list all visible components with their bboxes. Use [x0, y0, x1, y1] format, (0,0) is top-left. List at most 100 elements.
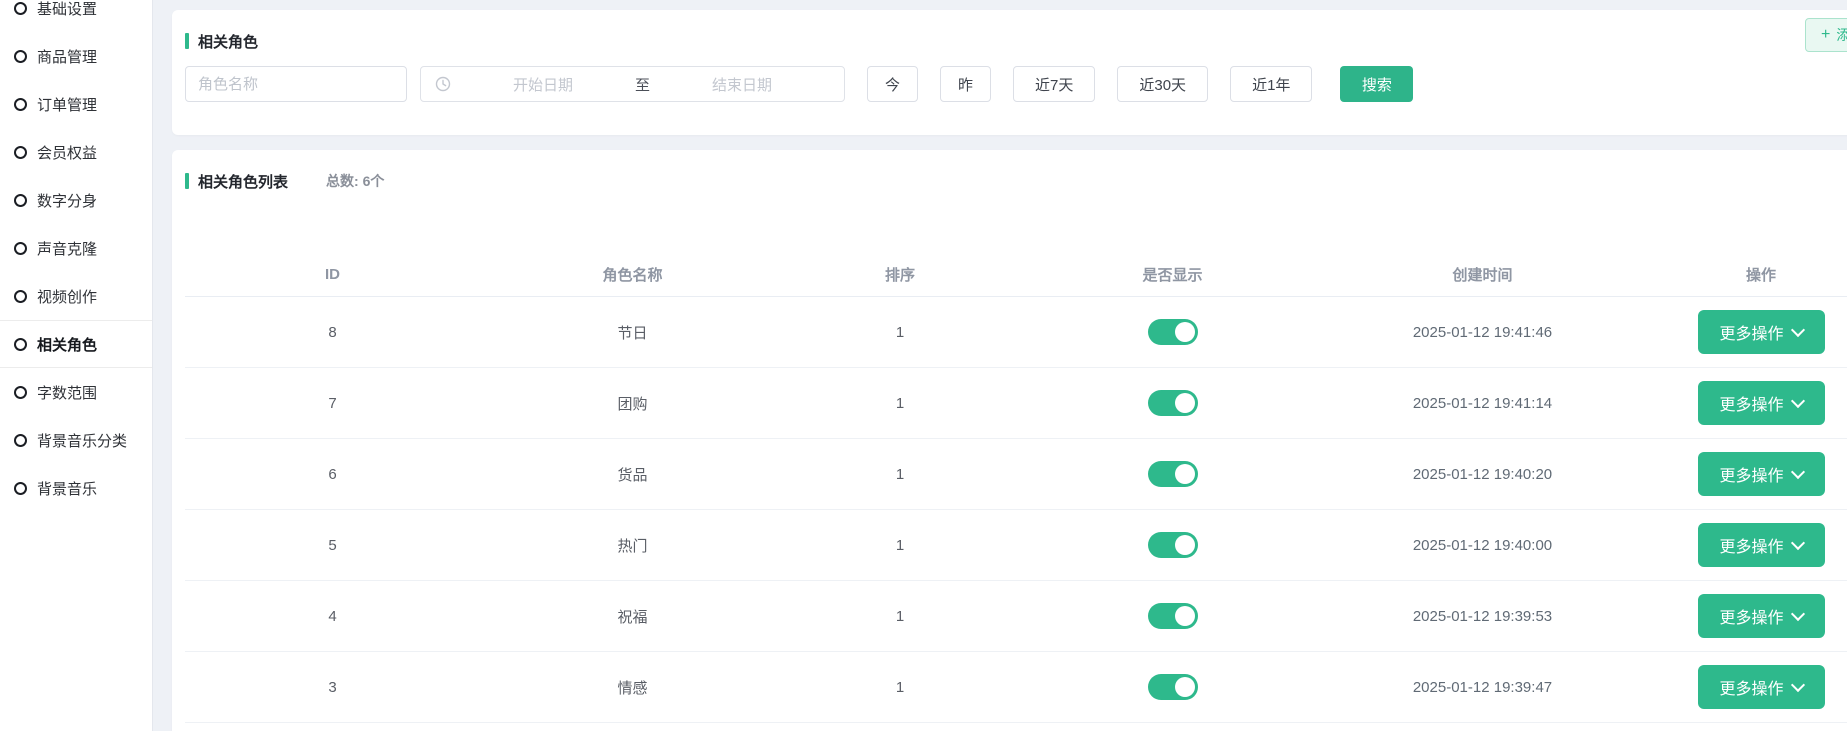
cell-role-name: 货品 [480, 464, 785, 485]
admin-app: 基础设置商品管理订单管理会员权益数字分身声音克隆视频创作相关角色字数范围背景音乐… [0, 0, 1847, 731]
more-actions-label: 更多操作 [1719, 462, 1783, 486]
sidebar-item-3[interactable]: 会员权益 [0, 128, 152, 176]
visibility-toggle-icon[interactable] [1148, 461, 1198, 487]
circle-icon [14, 146, 27, 159]
sidebar-item-label: 字数范围 [37, 382, 97, 403]
cell-created-time: 2025-01-12 19:41:46 [1330, 324, 1635, 341]
column-header: 创建时间 [1330, 264, 1635, 285]
cell-role-name: 团购 [480, 393, 785, 414]
sidebar-item-label: 会员权益 [37, 142, 97, 163]
cell-visible [1015, 461, 1330, 487]
more-actions-label: 更多操作 [1719, 391, 1783, 415]
sidebar-item-5[interactable]: 声音克隆 [0, 224, 152, 272]
search-button[interactable]: 搜索 [1340, 66, 1413, 102]
total-count: 总数: 6个 [326, 171, 384, 191]
sidebar-item-label: 声音克隆 [37, 238, 97, 259]
cell-sort: 1 [785, 679, 1015, 696]
table-row: 6货品12025-01-12 19:40:20更多操作 [185, 439, 1847, 510]
column-header: ID [185, 266, 480, 283]
table-row: 7团购12025-01-12 19:41:14更多操作 [185, 368, 1847, 439]
sidebar-item-1[interactable]: 商品管理 [0, 32, 152, 80]
sidebar-item-10[interactable]: 背景音乐 [0, 464, 152, 512]
more-actions-button[interactable]: 更多操作 [1698, 381, 1825, 425]
role-name-input[interactable] [185, 66, 407, 102]
table-row: 8节日12025-01-12 19:41:46更多操作 [185, 297, 1847, 368]
circle-icon [14, 98, 27, 111]
role-list-card: 相关角色列表 总数: 6个 ID角色名称排序是否显示创建时间操作 8节日1202… [172, 150, 1847, 731]
more-actions-label: 更多操作 [1719, 533, 1783, 557]
cell-sort: 1 [785, 466, 1015, 483]
cell-actions: 更多操作 [1635, 665, 1847, 709]
sidebar-item-2[interactable]: 订单管理 [0, 80, 152, 128]
sidebar-item-8[interactable]: 字数范围 [0, 368, 152, 416]
filter-title-row: 相关角色 [172, 10, 1847, 52]
cell-created-time: 2025-01-12 19:40:00 [1330, 537, 1635, 554]
cell-role-name: 祝福 [480, 606, 785, 627]
clock-icon [435, 76, 451, 92]
more-actions-button[interactable]: 更多操作 [1698, 594, 1825, 638]
table-row: 5热门12025-01-12 19:40:00更多操作 [185, 510, 1847, 581]
sidebar-item-label: 相关角色 [37, 334, 97, 355]
cell-sort: 1 [785, 608, 1015, 625]
sidebar-item-label: 订单管理 [37, 94, 97, 115]
cell-role-name: 节日 [480, 322, 785, 343]
chevron-down-icon [1790, 322, 1804, 336]
more-actions-button[interactable]: 更多操作 [1698, 310, 1825, 354]
filter-card: 相关角色 + 添加 开始日期 至 结束日期 今昨近7天近30天近1年 搜索 [172, 10, 1847, 135]
date-range-separator: 至 [631, 74, 654, 95]
more-actions-button[interactable]: 更多操作 [1698, 665, 1825, 709]
cell-visible [1015, 390, 1330, 416]
circle-icon [14, 290, 27, 303]
start-date-placeholder[interactable]: 开始日期 [455, 74, 631, 95]
sidebar-item-9[interactable]: 背景音乐分类 [0, 416, 152, 464]
sidebar-item-0[interactable]: 基础设置 [0, 0, 152, 32]
column-header: 操作 [1635, 264, 1847, 285]
cell-sort: 1 [785, 324, 1015, 341]
cell-id: 4 [185, 608, 480, 625]
quick-range-button-4[interactable]: 近1年 [1230, 66, 1312, 102]
cell-id: 5 [185, 537, 480, 554]
quick-range-button-0[interactable]: 今 [867, 66, 918, 102]
cell-visible [1015, 603, 1330, 629]
table-body: 8节日12025-01-12 19:41:46更多操作7团购12025-01-1… [185, 297, 1847, 723]
title-marker-icon [185, 173, 189, 189]
sidebar-item-6[interactable]: 视频创作 [0, 272, 152, 320]
cell-visible [1015, 319, 1330, 345]
roles-table: ID角色名称排序是否显示创建时间操作 8节日12025-01-12 19:41:… [185, 252, 1847, 723]
circle-icon [14, 50, 27, 63]
sidebar-item-label: 基础设置 [37, 0, 97, 19]
sidebar-item-label: 数字分身 [37, 190, 97, 211]
more-actions-button[interactable]: 更多操作 [1698, 452, 1825, 496]
title-marker-icon [185, 33, 189, 49]
visibility-toggle-icon[interactable] [1148, 390, 1198, 416]
quick-range-button-1[interactable]: 昨 [940, 66, 991, 102]
end-date-placeholder[interactable]: 结束日期 [654, 74, 830, 95]
visibility-toggle-icon[interactable] [1148, 603, 1198, 629]
sidebar-item-4[interactable]: 数字分身 [0, 176, 152, 224]
filter-row: 开始日期 至 结束日期 今昨近7天近30天近1年 搜索 [185, 66, 1847, 102]
visibility-toggle-icon[interactable] [1148, 674, 1198, 700]
list-title: 相关角色列表 [198, 171, 288, 192]
cell-actions: 更多操作 [1635, 594, 1847, 638]
add-button[interactable]: + 添加 [1805, 18, 1847, 52]
visibility-toggle-icon[interactable] [1148, 532, 1198, 558]
visibility-toggle-icon[interactable] [1148, 319, 1198, 345]
circle-icon [14, 338, 27, 351]
sidebar-item-label: 背景音乐分类 [37, 430, 127, 451]
chevron-down-icon [1790, 606, 1804, 620]
cell-created-time: 2025-01-12 19:40:20 [1330, 466, 1635, 483]
cell-actions: 更多操作 [1635, 310, 1847, 354]
sidebar-item-7[interactable]: 相关角色 [0, 320, 152, 368]
circle-icon [14, 434, 27, 447]
more-actions-label: 更多操作 [1719, 604, 1783, 628]
date-range-picker[interactable]: 开始日期 至 结束日期 [420, 66, 845, 102]
cell-actions: 更多操作 [1635, 452, 1847, 496]
more-actions-button[interactable]: 更多操作 [1698, 523, 1825, 567]
quick-range-button-3[interactable]: 近30天 [1117, 66, 1208, 102]
sidebar-item-label: 商品管理 [37, 46, 97, 67]
table-header-row: ID角色名称排序是否显示创建时间操作 [185, 252, 1847, 297]
cell-actions: 更多操作 [1635, 523, 1847, 567]
cell-created-time: 2025-01-12 19:41:14 [1330, 395, 1635, 412]
quick-range-button-2[interactable]: 近7天 [1013, 66, 1095, 102]
sidebar: 基础设置商品管理订单管理会员权益数字分身声音克隆视频创作相关角色字数范围背景音乐… [0, 0, 153, 731]
